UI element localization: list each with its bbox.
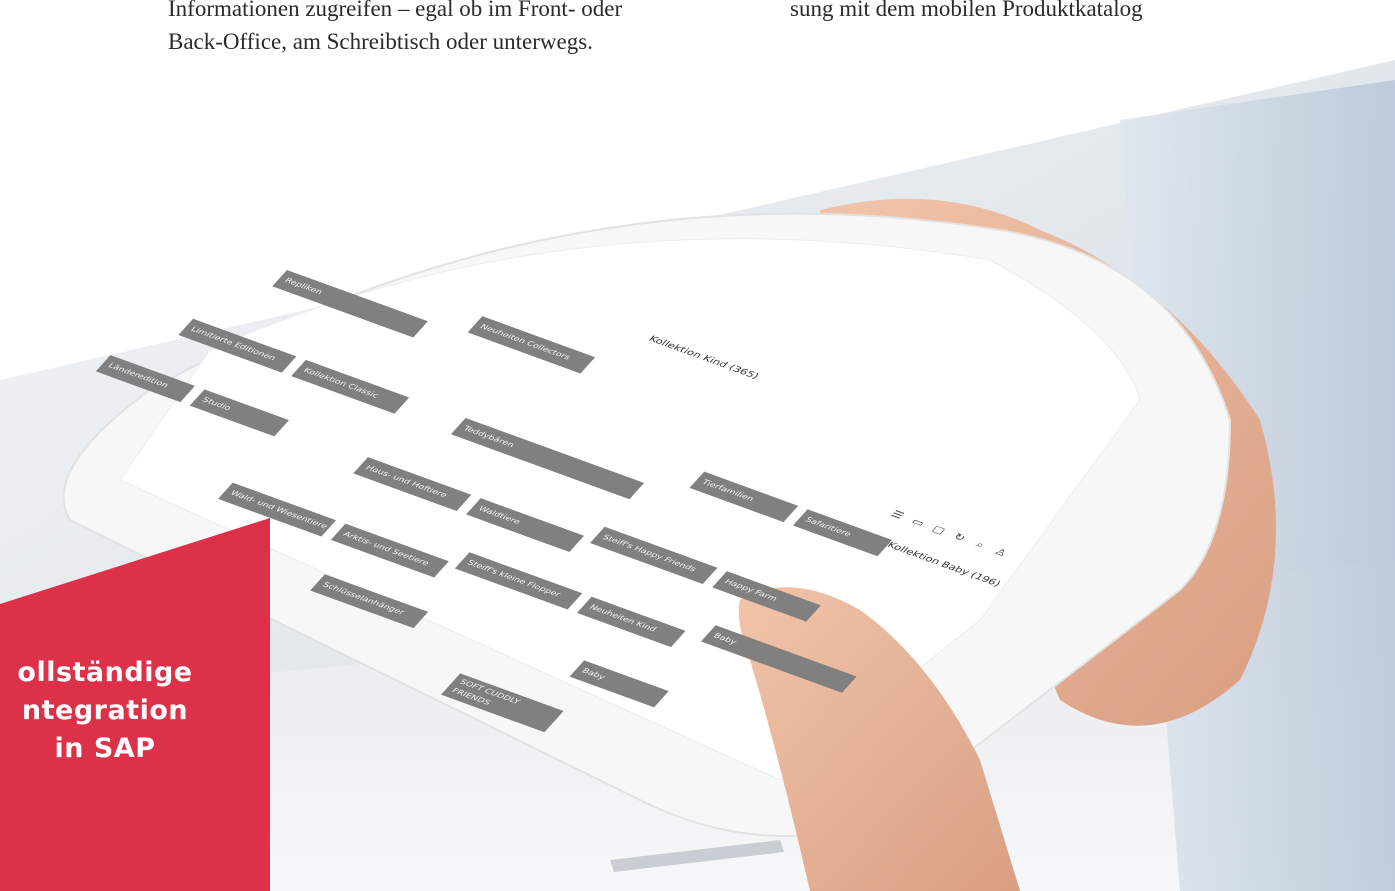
tile-label: Tierfamilien xyxy=(699,478,756,504)
user-icon[interactable]: ♙ xyxy=(991,546,1011,559)
tile-label: Waldtiere xyxy=(476,505,522,527)
tile-label: Baby xyxy=(579,667,607,682)
tile-label: Wald- und Wiesentiere xyxy=(228,489,330,531)
category-tile[interactable]: Baby xyxy=(701,625,857,693)
tile-label: Limitierte Editionen xyxy=(188,325,278,363)
search-icon[interactable]: ⌕ xyxy=(970,538,990,551)
category-tile[interactable]: Teddybären xyxy=(450,417,645,500)
category-tile[interactable]: Limitierte Editionen xyxy=(178,318,297,373)
category-tile[interactable]: Neuheiten Kind xyxy=(576,596,686,648)
article-line: sung mit dem mobilen Produktkatalog xyxy=(790,0,1143,21)
product-image xyxy=(315,269,386,296)
category-tile[interactable]: Haus- und Hoftiere xyxy=(353,457,472,512)
sync-icon[interactable]: ↻ xyxy=(949,531,969,544)
article-text-left: Informationen zugreifen – egal ob im Fro… xyxy=(168,0,622,58)
tile-label: Kollektion Classic xyxy=(301,366,381,400)
category-tile[interactable]: Arktis- und Seetiere xyxy=(330,523,449,578)
product-image xyxy=(612,660,669,687)
category-tile[interactable]: Kollektion Classic xyxy=(291,359,410,414)
tile-label: Baby xyxy=(711,632,739,647)
tile-label: Neuheiten Kind xyxy=(587,603,658,634)
article-line: Informationen zugreifen – egal ob im Fro… xyxy=(168,0,623,21)
category-tile[interactable]: Repliken xyxy=(272,269,428,338)
category-tile[interactable]: Baby xyxy=(569,660,669,708)
category-tile[interactable]: Waldtiere xyxy=(466,498,585,553)
grid-icon[interactable]: ▭ xyxy=(908,516,928,529)
product-image xyxy=(753,625,857,667)
chat-icon[interactable]: ▢ xyxy=(929,523,949,536)
tile-label: Repliken xyxy=(282,277,324,297)
category-tile[interactable]: Schlüsselanhänger xyxy=(310,574,429,629)
tile-label: Haus- und Hoftiere xyxy=(363,464,449,500)
product-image xyxy=(232,389,289,416)
promo-line: ollständige xyxy=(17,657,193,688)
category-tile[interactable]: Steiff's Happy Friends xyxy=(590,526,718,585)
product-image xyxy=(521,417,645,466)
category-tile[interactable]: Happy Farm xyxy=(712,571,821,622)
promo-line: in SAP xyxy=(54,733,156,764)
category-tile[interactable]: Studio xyxy=(189,389,289,437)
tile-label: Arktis- und Seetiere xyxy=(340,530,431,568)
promo-badge-text: ollständige ntegration in SAP xyxy=(0,654,210,768)
tile-label: Schlüsselanhänger xyxy=(320,581,406,617)
category-tile[interactable]: Neuheiten Collectors xyxy=(467,316,596,374)
tile-label: Happy Farm xyxy=(722,578,779,603)
category-tile[interactable]: Steiff's kleine Flopper xyxy=(454,552,583,610)
article-text-right: sung mit dem mobilen Produktkatalog xyxy=(790,0,1143,25)
category-tile[interactable]: Wald- und Wiesentiere xyxy=(218,482,337,537)
tile-label: Steiff's Happy Friends xyxy=(600,533,698,574)
tile-label: Teddybären xyxy=(461,425,516,450)
tile-label: Safaritiere xyxy=(803,516,853,539)
menu-icon[interactable]: ☰ xyxy=(887,508,907,521)
tile-label: Steiff's kleine Flopper xyxy=(464,559,562,599)
article-line: Back-Office, am Schreibtisch oder unterw… xyxy=(168,29,593,54)
category-tile[interactable]: Safaritiere xyxy=(792,509,893,557)
brochure-page: Informationen zugreifen – egal ob im Fro… xyxy=(0,0,1395,891)
tile-label: Studio xyxy=(199,396,233,413)
promo-line: ntegration xyxy=(21,695,189,726)
tile-label: Neuheiten Collectors xyxy=(477,323,572,362)
category-tile[interactable]: Tierfamilien xyxy=(689,471,799,523)
